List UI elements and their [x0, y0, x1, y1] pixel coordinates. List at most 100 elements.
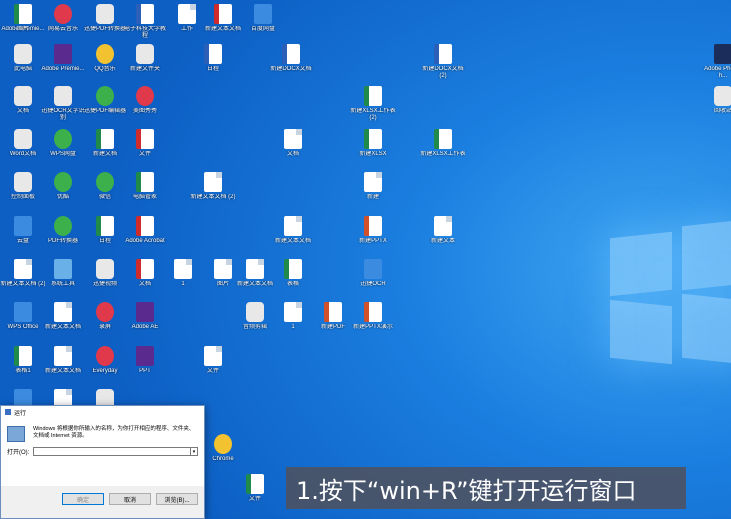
file-icon	[204, 172, 222, 192]
file-icon	[96, 346, 114, 366]
desktop-icon[interactable]: 新建DOCX文档 (2)	[420, 44, 466, 80]
desktop-icon-label: 系统工具	[50, 281, 75, 287]
desktop-icon-label: Adobe Premie...	[41, 66, 85, 72]
file-icon	[136, 172, 154, 192]
open-input[interactable]	[33, 447, 191, 456]
run-dialog[interactable]: 运行 Windows 将根据你所输入的名称，为你打开相应的程序、文件夹、文档或 …	[0, 405, 205, 519]
desktop-icon[interactable]: 美图秀秀	[122, 86, 168, 122]
desktop-icon[interactable]: Adobe Photosh...	[700, 44, 731, 80]
file-icon	[434, 129, 452, 149]
desktop-icon[interactable]: 百度网盘	[240, 4, 286, 40]
file-icon	[434, 216, 452, 236]
desktop-icon[interactable]: 新建文本文档	[40, 346, 86, 382]
file-icon	[96, 4, 114, 24]
file-icon	[96, 302, 114, 322]
desktop-icon-label: 新建文本文档	[44, 324, 81, 330]
desktop-icon[interactable]: PPT	[122, 346, 168, 382]
cancel-button[interactable]: 取消	[109, 493, 151, 505]
file-icon	[136, 4, 154, 24]
file-icon	[54, 129, 72, 149]
desktop-icon[interactable]: Adobe Acrobat	[122, 216, 168, 252]
file-icon	[96, 216, 114, 236]
desktop-icon-label: 新建XLSX	[359, 151, 387, 157]
file-icon	[96, 44, 114, 64]
file-icon	[204, 44, 222, 64]
desktop-icon[interactable]: WPS网盘	[40, 129, 86, 165]
desktop-icon-label: Adobe Photosh...	[704, 66, 731, 79]
desktop-icon[interactable]: 新建文本文档 (2)	[190, 172, 236, 208]
desktop-icon-label: 新建XLSX工作表	[420, 151, 466, 157]
file-icon	[14, 172, 32, 192]
desktop-icon[interactable]: 新建PPTX演示	[350, 302, 396, 338]
tutorial-caption: 1.按下“win+R”键打开运行窗口	[286, 467, 686, 509]
file-icon	[54, 4, 72, 24]
run-dialog-titlebar[interactable]: 运行	[1, 406, 204, 418]
desktop-icon-label: 新建文件夹	[129, 66, 160, 72]
desktop-icon[interactable]: PDF转换器	[40, 216, 86, 252]
desktop-icon[interactable]: Adobe Premie...	[40, 44, 86, 80]
desktop-icon[interactable]: 迅捷OCR	[350, 259, 396, 295]
desktop-icon[interactable]: 新建PPTX	[350, 216, 396, 252]
desktop-icon[interactable]: 图片	[0, 4, 46, 40]
file-icon	[214, 259, 232, 279]
desktop-icon[interactable]: 新建文本文档	[40, 302, 86, 338]
desktop-icon-label: 新建文本文档	[44, 368, 81, 374]
desktop-icon[interactable]: 电子科技大学教程	[122, 4, 168, 40]
desktop-icon[interactable]: Adobe AE	[122, 302, 168, 338]
desktop-icon[interactable]: 优酷	[40, 172, 86, 208]
file-icon	[364, 86, 382, 106]
desktop-icon[interactable]: 网易云音乐	[40, 4, 86, 40]
file-icon	[136, 346, 154, 366]
chevron-down-icon[interactable]: ▾	[191, 447, 198, 456]
file-icon	[14, 216, 32, 236]
desktop-icon[interactable]: 新建DOCX文档	[268, 44, 314, 80]
desktop-icon[interactable]: Chrome	[200, 434, 246, 470]
file-icon	[14, 86, 32, 106]
desktop-icon[interactable]: 回收站	[700, 86, 731, 122]
file-icon	[282, 44, 300, 64]
file-icon	[214, 4, 232, 24]
file-icon	[174, 259, 192, 279]
run-dialog-title: 运行	[14, 410, 27, 417]
file-icon	[364, 302, 382, 322]
desktop-icon[interactable]: 文件	[232, 474, 278, 510]
desktop-icon[interactable]: 日程	[190, 44, 236, 80]
file-icon	[246, 259, 264, 279]
run-dialog-buttons: 确定 取消 浏览(B)...	[1, 486, 204, 505]
desktop-icon[interactable]: 新建文件夹	[122, 44, 168, 80]
file-icon	[714, 44, 731, 64]
desktop-icon[interactable]: 新建XLSX工作表 (2)	[350, 86, 396, 122]
file-icon	[324, 302, 342, 322]
file-icon	[364, 129, 382, 149]
file-icon	[214, 434, 232, 454]
desktop-icon[interactable]: 电脑管家	[122, 172, 168, 208]
desktop-icon-label: 迅捷OCR文字识别	[41, 108, 85, 121]
desktop-icon[interactable]: 迅捷OCR文字识别	[40, 86, 86, 122]
desktop-icon[interactable]: 新建XLSX工作表	[420, 129, 466, 165]
file-icon	[136, 129, 154, 149]
desktop-icon[interactable]: 文件	[122, 129, 168, 165]
desktop-icon[interactable]: 新建XLSX	[350, 129, 396, 165]
desktop-icon[interactable]: 文档	[270, 129, 316, 165]
run-description: Windows 将根据你所输入的名称，为你打开相应的程序、文件夹、文档或 Int…	[33, 426, 195, 439]
file-icon	[54, 44, 72, 64]
file-icon	[246, 302, 264, 322]
desktop-icon-label: Adobe AE	[131, 324, 159, 330]
desktop-icon[interactable]: 新建文本	[420, 216, 466, 252]
desktop-icon-label: 新建DOCX文档	[270, 66, 312, 72]
desktop-icon-label: 表格	[286, 281, 299, 287]
ok-button[interactable]: 确定	[62, 493, 104, 505]
desktop-icon-label: 文件	[206, 368, 219, 374]
run-dialog-body: Windows 将根据你所输入的名称，为你打开相应的程序、文件夹、文档或 Int…	[1, 418, 204, 486]
browse-button[interactable]: 浏览(B)...	[156, 493, 198, 505]
desktop-icon[interactable]: 新建	[350, 172, 396, 208]
desktop-icon[interactable]: 系统工具	[40, 259, 86, 295]
file-icon	[284, 216, 302, 236]
desktop-icon-label: 回收站	[713, 108, 731, 114]
desktop-icon[interactable]: 新建文本文档	[270, 216, 316, 252]
file-icon	[136, 302, 154, 322]
file-icon	[96, 129, 114, 149]
desktop-icon[interactable]: 表格	[270, 259, 316, 295]
desktop-icon[interactable]: 文件	[190, 346, 236, 382]
run-app-icon	[5, 409, 11, 415]
